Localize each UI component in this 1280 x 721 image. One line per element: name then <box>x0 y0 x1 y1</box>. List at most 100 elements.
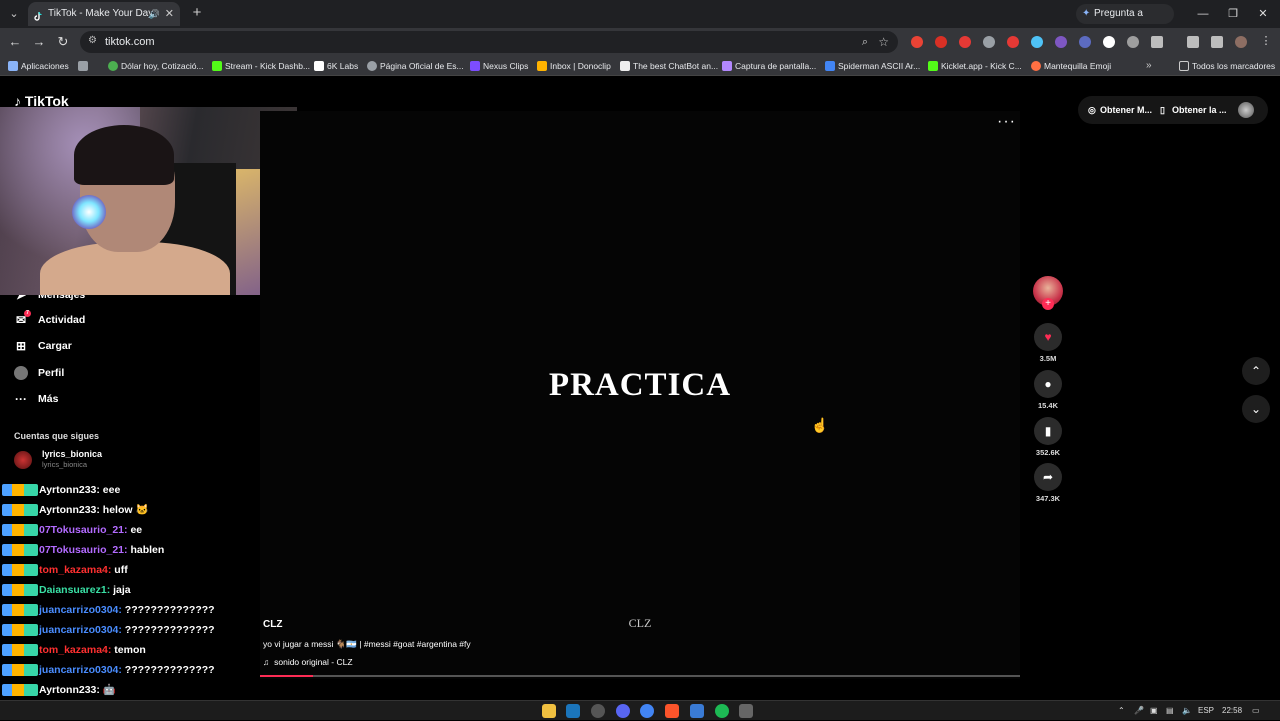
bookmark-item[interactable]: Aplicaciones <box>8 56 69 76</box>
extension-icon[interactable] <box>935 36 947 48</box>
chat-text: temon <box>114 644 146 656</box>
app-icon[interactable] <box>591 704 605 718</box>
avatar <box>14 451 32 469</box>
sidebar-item-upload[interactable]: ⊞ Cargar <box>14 336 72 356</box>
extension-icon[interactable] <box>1031 36 1043 48</box>
reading-list-icon[interactable] <box>1211 36 1223 48</box>
close-window-icon[interactable]: ✕ <box>1248 4 1278 24</box>
sidebar-item-profile[interactable]: Perfil <box>14 363 64 383</box>
extension-icon[interactable] <box>1079 36 1091 48</box>
video-music[interactable]: ♫ sonido original - CLZ <box>263 657 353 667</box>
like-action[interactable]: ♥ 3.5M <box>1034 323 1062 363</box>
back-arrow-icon[interactable]: ← <box>5 32 25 52</box>
extension-icon[interactable] <box>911 36 923 48</box>
speaker-icon[interactable]: 🔊 <box>149 2 160 26</box>
more-options-icon[interactable]: ··· <box>997 113 1016 131</box>
extension-icon[interactable] <box>983 36 995 48</box>
share-icon[interactable]: ➦ <box>1034 463 1062 491</box>
extension-icon[interactable] <box>1127 36 1139 48</box>
steam-icon[interactable] <box>566 704 580 718</box>
video-progress-bar[interactable] <box>260 675 1020 677</box>
more-bookmarks-button[interactable]: » <box>1146 56 1152 76</box>
bookmark-item[interactable]: Mantequilla Emoji <box>1031 56 1111 76</box>
spotify-icon[interactable] <box>715 704 729 718</box>
notification-icon[interactable]: ▭ <box>1252 701 1260 721</box>
all-bookmarks-folder[interactable]: Todos los marcadores <box>1179 56 1275 76</box>
file-explorer-icon[interactable] <box>542 704 556 718</box>
chat-username: juancarrizo0304: <box>39 624 122 636</box>
bookmark-star-icon[interactable]: ☆ <box>878 31 889 53</box>
bookmark-item[interactable]: Inbox | Donoclip <box>537 56 611 76</box>
follow-plus-icon[interactable]: + <box>1042 298 1054 310</box>
chrome-icon[interactable] <box>640 704 654 718</box>
bookmark-item[interactable]: The best ChatBot an... <box>620 56 718 76</box>
creator-avatar[interactable]: + <box>1033 276 1063 310</box>
ask-gemini-button[interactable]: ✦ Pregunta a Gemini <box>1076 4 1174 39</box>
brave-icon[interactable] <box>665 704 679 718</box>
sidebar-item-activity[interactable]: ✉ 7 Actividad <box>14 310 85 330</box>
language-indicator[interactable]: ESP <box>1198 701 1214 721</box>
user-avatar[interactable] <box>1238 102 1254 118</box>
site-info-icon[interactable]: ⚙ <box>88 35 100 47</box>
account-handle: lyrics_bionica <box>42 460 88 469</box>
get-coins-button[interactable]: ◎ Obtener M... <box>1088 96 1152 124</box>
share-action[interactable]: ➦ 347.3K <box>1034 463 1062 503</box>
bookmark-item[interactable]: Kicklet.app - Kick C... <box>928 56 1022 76</box>
sidebar-item-more[interactable]: ··· Más <box>14 389 58 409</box>
bookmark-item[interactable] <box>78 56 91 76</box>
microphone-icon[interactable]: 🎤 <box>1134 701 1144 721</box>
extension-icon[interactable] <box>1055 36 1067 48</box>
browser-menu-icon[interactable]: ⋮ <box>1260 35 1272 47</box>
chat-username: juancarrizo0304: <box>39 664 122 676</box>
bookmark-icon[interactable]: ▮ <box>1034 417 1062 445</box>
minimize-icon[interactable]: — <box>1188 4 1218 24</box>
adblock-extension-icon[interactable] <box>959 36 971 48</box>
obs-icon[interactable] <box>739 704 753 718</box>
active-tab[interactable]: TikTok - Make Your Day 🔊 ✕ <box>28 2 180 26</box>
bookmark-item[interactable]: 6K Labs <box>314 56 358 76</box>
get-app-button[interactable]: ▯ Obtener la ... <box>1160 96 1227 124</box>
bookmark-item[interactable]: Página Oficial de Es... <box>367 56 464 76</box>
restore-icon[interactable]: ❐ <box>1218 4 1248 24</box>
save-action[interactable]: ▮ 352.6K <box>1034 417 1062 457</box>
clock[interactable]: 22:58 <box>1222 701 1242 721</box>
video-player[interactable]: ··· PRACTICA CLZ CLZ yo vi jugar a messi… <box>260 111 1020 679</box>
reload-icon[interactable]: ↻ <box>53 32 73 52</box>
chat-badges-icon <box>2 664 38 677</box>
bookmark-item[interactable]: Dólar hoy, Cotizació... <box>108 56 204 76</box>
chat-username: tom_kazama4: <box>39 564 112 576</box>
tray-app-icon[interactable]: ▣ <box>1150 701 1158 721</box>
volume-icon[interactable]: 🔈 <box>1182 701 1192 721</box>
next-video-button[interactable]: ⌄ <box>1242 395 1270 423</box>
bookmark-item[interactable]: Spiderman ASCII Ar... <box>825 56 920 76</box>
bookmark-item[interactable]: Captura de pantalla... <box>722 56 816 76</box>
chat-badges-icon <box>2 564 38 577</box>
address-bar[interactable]: ⚙ tiktok.com ⌕ ☆ <box>80 31 898 53</box>
network-icon[interactable]: ▤ <box>1166 701 1174 721</box>
comment-icon[interactable]: ● <box>1034 370 1062 398</box>
comment-action[interactable]: ● 15.4K <box>1034 370 1062 410</box>
bookmark-item[interactable]: Stream - Kick Dashb... <box>212 56 310 76</box>
download-icon[interactable] <box>1187 36 1199 48</box>
zoom-icon[interactable]: ⌕ <box>862 31 868 53</box>
app-icon[interactable] <box>690 704 704 718</box>
extensions-puzzle-icon[interactable] <box>1151 36 1163 48</box>
discord-icon[interactable] <box>616 704 630 718</box>
close-tab-icon[interactable]: ✕ <box>165 2 174 26</box>
following-account[interactable]: lyrics_bionica lyrics_bionica <box>14 449 102 471</box>
chat-username: Ayrtonn233: <box>39 484 100 496</box>
extension-icon[interactable] <box>1103 36 1115 48</box>
bookmark-item[interactable]: Nexus Clips <box>470 56 528 76</box>
previous-video-button[interactable]: ⌃ <box>1242 357 1270 385</box>
tab-search-button[interactable]: ⌄ <box>4 4 24 24</box>
new-tab-button[interactable]: + <box>188 4 206 22</box>
chat-username: Ayrtonn233: <box>39 684 100 696</box>
tray-overflow-icon[interactable]: ⌃ <box>1118 701 1125 721</box>
bookmark-favicon-icon <box>108 61 118 71</box>
heart-icon[interactable]: ♥ <box>1034 323 1062 351</box>
forward-arrow-icon[interactable]: → <box>29 32 49 52</box>
video-author[interactable]: CLZ <box>263 619 282 630</box>
profile-avatar-icon[interactable] <box>1235 36 1247 48</box>
chat-text: eee <box>102 484 121 496</box>
extension-icon[interactable] <box>1007 36 1019 48</box>
